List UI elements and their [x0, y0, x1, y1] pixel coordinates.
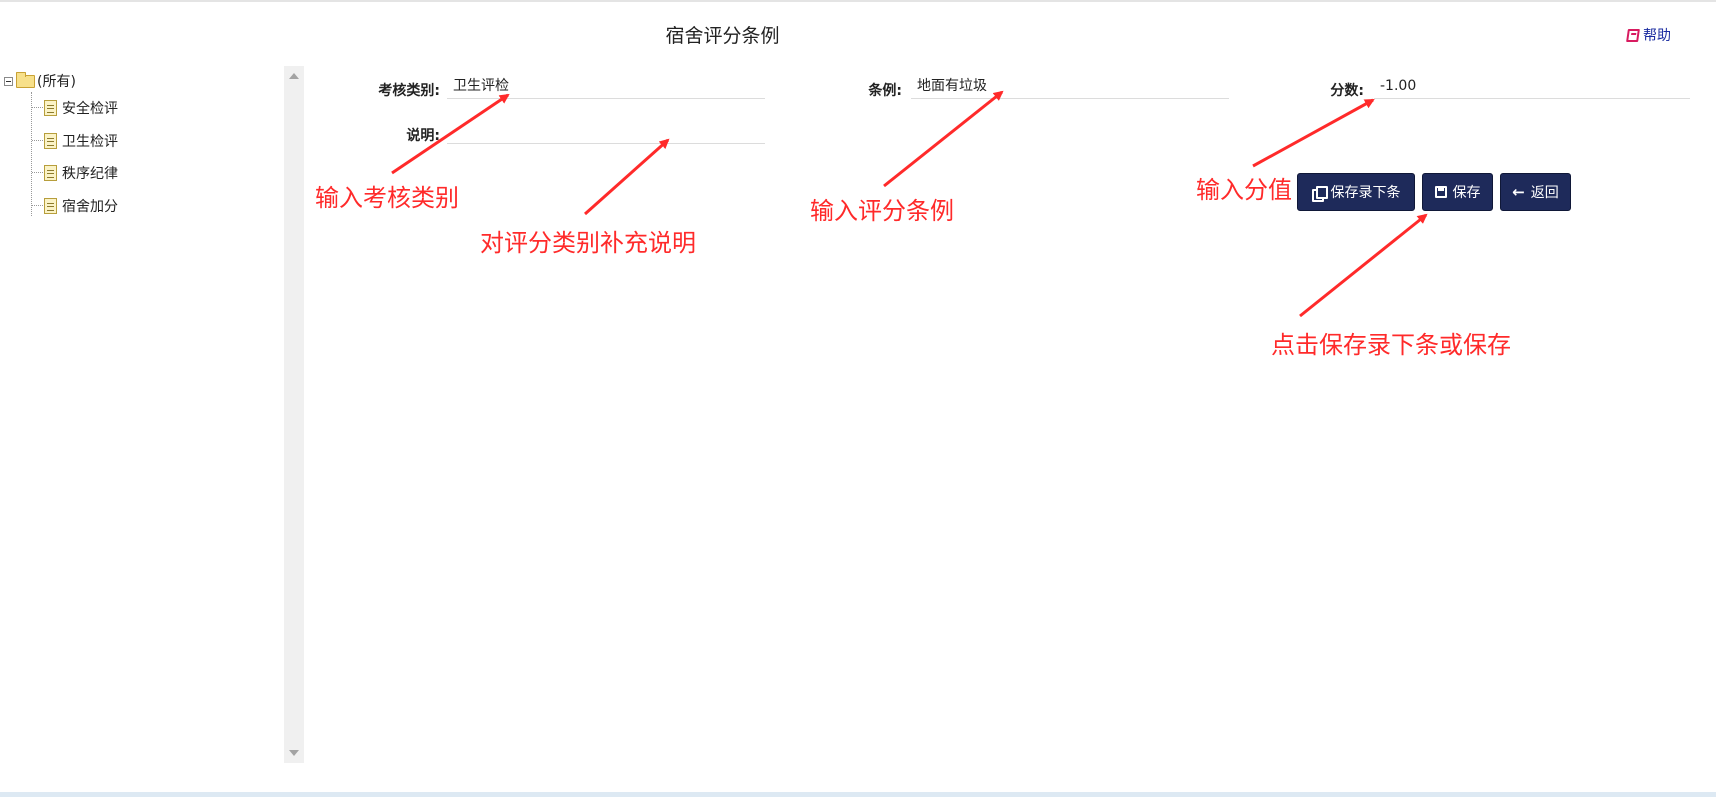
- score-note: 输入分值: [1196, 176, 1292, 204]
- category-arrow: [391, 93, 510, 175]
- bottom-bar: [0, 792, 1716, 797]
- save-arrow: [1299, 213, 1428, 318]
- save-note: 点击保存录下条或保存: [1271, 331, 1511, 359]
- description-arrow: [584, 138, 670, 216]
- rule-note: 输入评分条例: [810, 197, 954, 225]
- category-note: 输入考核类别: [315, 184, 459, 212]
- page: 宿舍评分条例 帮助 (所有) 安全检评 卫生检评 秩序纪律 宿舍加分 考核类别:…: [0, 0, 1716, 797]
- score-arrow: [1252, 98, 1375, 168]
- rule-arrow: [883, 90, 1004, 188]
- description-note: 对评分类别补充说明: [480, 229, 696, 257]
- annotation-arrows: [391, 90, 1428, 318]
